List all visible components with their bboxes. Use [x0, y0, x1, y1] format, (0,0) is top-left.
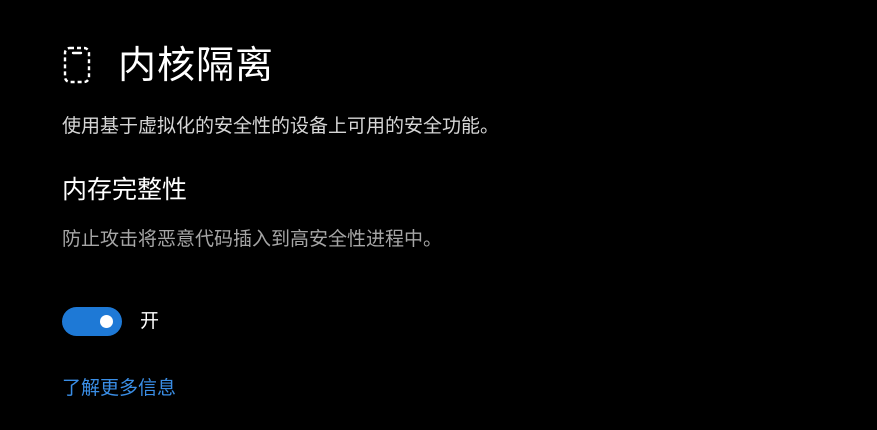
memory-integrity-toggle-row: 开: [62, 306, 159, 336]
page-header: 内核隔离: [62, 40, 274, 90]
device-isolation-icon: [62, 45, 92, 85]
page-description: 使用基于虚拟化的安全性的设备上可用的安全功能。: [62, 115, 500, 137]
toggle-knob: [100, 314, 113, 328]
toggle-state-label: 开: [140, 310, 160, 332]
memory-integrity-toggle[interactable]: [62, 306, 122, 336]
memory-integrity-description: 防止攻击将恶意代码插入到高安全性进程中。: [62, 228, 443, 250]
memory-integrity-title: 内存完整性: [62, 175, 188, 204]
core-isolation-page: 内核隔离 使用基于虚拟化的安全性的设备上可用的安全功能。 内存完整性 防止攻击将…: [0, 0, 877, 430]
learn-more-link[interactable]: 了解更多信息: [62, 374, 176, 402]
page-title: 内核隔离: [118, 43, 275, 87]
